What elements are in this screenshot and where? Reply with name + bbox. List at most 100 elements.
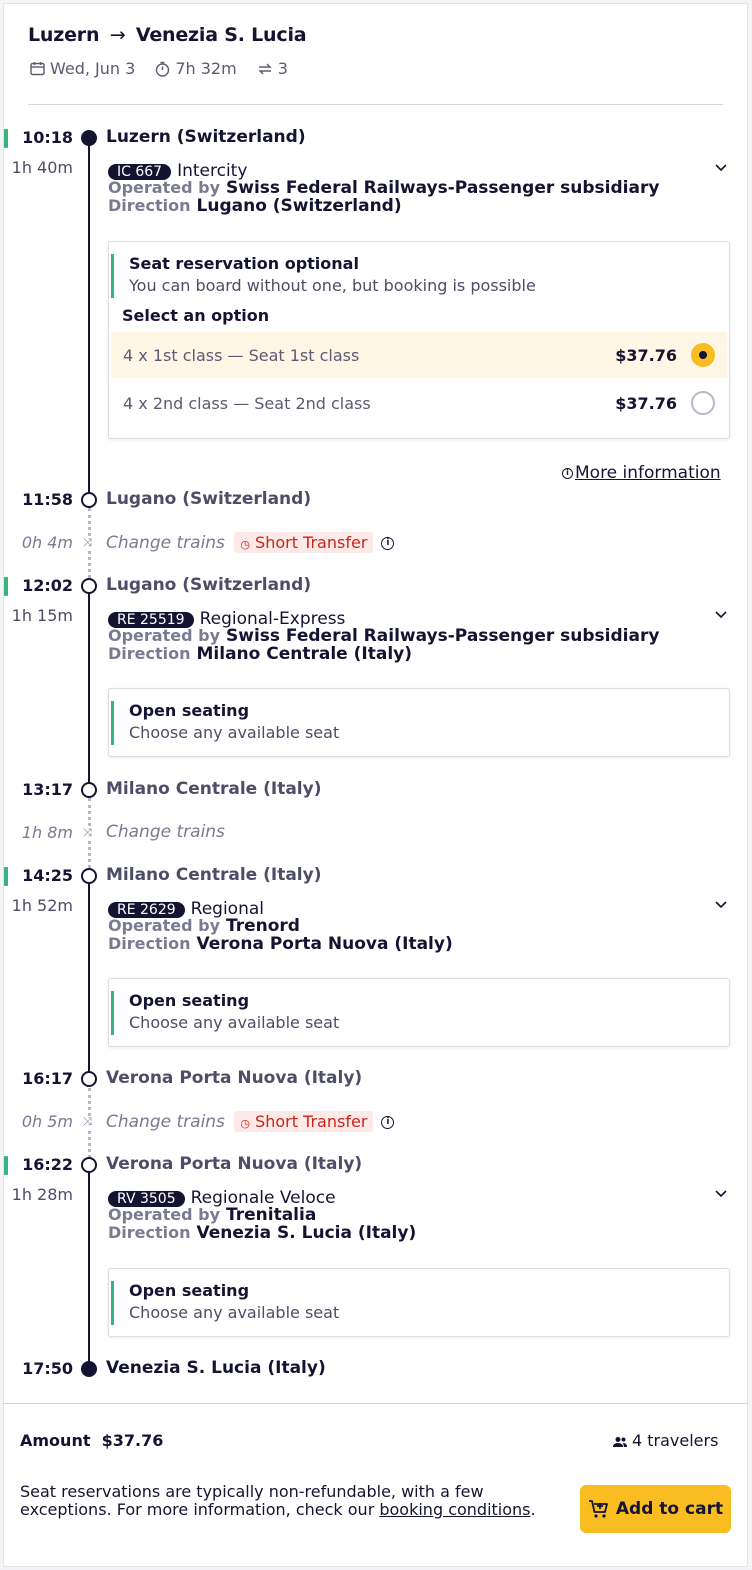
add-to-cart-label: Add to cart	[615, 1499, 724, 1519]
seating-subtitle: Choose any available seat	[129, 1013, 340, 1032]
operated-label: Operated by	[108, 1205, 220, 1224]
travelers-count[interactable]: 4 travelers	[612, 1431, 718, 1450]
option-radio[interactable]	[691, 391, 715, 415]
leg-accent	[4, 867, 8, 886]
info-icon[interactable]: i	[381, 536, 395, 550]
header-divider	[28, 104, 723, 105]
option-radio[interactable]	[691, 343, 715, 367]
leg-line-4	[88, 1166, 90, 1369]
arrival-station: Milano Centrale (Italy)	[106, 779, 322, 799]
trip-meta: Wed, Jun 3 7h 32m 3	[30, 59, 288, 78]
stop-ring	[81, 578, 97, 594]
destination-stop-dot	[81, 1361, 97, 1377]
operator-name: Trenitalia	[226, 1205, 317, 1225]
direction-row: Direction Lugano (Switzerland)	[108, 196, 402, 216]
booking-conditions-link[interactable]: booking conditions	[379, 1500, 530, 1519]
seating-title: Open seating	[129, 991, 250, 1010]
seating-subtitle: Choose any available seat	[129, 723, 340, 742]
seating-accent	[111, 701, 114, 745]
trip-transfers: 3	[277, 59, 288, 78]
leg-accent	[4, 129, 8, 148]
origin-name: Luzern	[28, 24, 100, 46]
option-label: 4 x 2nd class — Seat 2nd class	[123, 393, 371, 413]
select-option-label: Select an option	[122, 306, 270, 325]
transfer-duration: 0h 5m	[21, 1112, 73, 1131]
seating-accent	[111, 991, 114, 1035]
transfer-info: Change trains ◷ Short Transfer i	[106, 532, 395, 553]
destination-name: Venezia S. Lucia	[135, 24, 307, 46]
arrival-time: 16:17	[22, 1069, 73, 1088]
operator-row: Operated by Swiss Federal Railways-Passen…	[108, 178, 659, 198]
option-price: $37.76	[615, 393, 677, 413]
add-to-cart-button[interactable]: Add to cart	[580, 1485, 731, 1533]
leg-duration: 1h 15m	[11, 606, 73, 625]
departure-time: 10:18	[22, 128, 73, 147]
operator-name: Swiss Federal Railways-Passenger subsidi…	[226, 626, 660, 646]
seating-subtitle: Choose any available seat	[129, 1303, 340, 1322]
operator-row: Operated by Swiss Federal Railways-Passen…	[108, 626, 659, 646]
refund-note: Seat reservations are typically non-refu…	[20, 1482, 536, 1519]
departure-station: Milano Centrale (Italy)	[106, 865, 322, 885]
departure-time: 12:02	[22, 576, 73, 595]
direction-name: Verona Porta Nuova (Italy)	[196, 934, 453, 954]
chevron-down-icon[interactable]	[714, 161, 728, 175]
departure-station: Verona Porta Nuova (Italy)	[106, 1154, 363, 1174]
change-trains-icon: ⤨	[83, 536, 92, 549]
change-trains-icon: ⤨	[83, 826, 92, 839]
stop-ring	[81, 782, 97, 798]
stopwatch-icon	[156, 61, 170, 77]
stop-ring	[81, 492, 97, 508]
operator-row: Operated by Trenitalia	[108, 1205, 316, 1225]
clock-warning-icon: ◷	[240, 1117, 250, 1130]
travelers-icon	[613, 1436, 627, 1447]
direction-row: Direction Milano Centrale (Italy)	[108, 644, 412, 664]
short-transfer-badge: ◷ Short Transfer	[234, 1111, 374, 1132]
chevron-down-icon[interactable]	[714, 608, 728, 622]
seating-accent	[111, 1281, 114, 1325]
trip-duration: 7h 32m	[175, 59, 237, 78]
leg-accent	[4, 577, 8, 596]
option-price: $37.76	[615, 345, 677, 365]
transfer-icon	[257, 63, 272, 74]
transfer-duration: 1h 8m	[21, 823, 73, 842]
amount-value: $37.76	[101, 1431, 164, 1450]
operator-row: Operated by Trenord	[108, 916, 300, 936]
operator-name: Swiss Federal Railways-Passenger subsidi…	[226, 178, 660, 198]
leg-line-3	[88, 876, 90, 1080]
stop-ring	[81, 1071, 97, 1087]
transfer-duration: 0h 4m	[21, 533, 73, 552]
cart-icon	[588, 1500, 608, 1518]
seating-title: Open seating	[129, 701, 250, 720]
chevron-down-icon[interactable]	[714, 1187, 728, 1201]
arrival-station: Lugano (Switzerland)	[106, 489, 312, 509]
direction-row: Direction Verona Porta Nuova (Italy)	[108, 934, 453, 954]
operated-label: Operated by	[108, 916, 220, 935]
operator-name: Trenord	[226, 916, 300, 936]
arrival-station: Verona Porta Nuova (Italy)	[106, 1068, 363, 1088]
calendar-icon	[30, 62, 45, 76]
arrival-time: 13:17	[22, 780, 73, 799]
open-seating-box: Open seating Choose any available seat	[108, 1268, 730, 1337]
direction-row: Direction Venezia S. Lucia (Italy)	[108, 1223, 416, 1243]
direction-label: Direction	[108, 196, 191, 215]
open-seating-box: Open seating Choose any available seat	[108, 688, 730, 757]
seat-option-2nd-class[interactable]: 4 x 2nd class — Seat 2nd class $37.76	[111, 380, 727, 426]
stop-ring	[81, 1157, 97, 1173]
info-icon[interactable]: i	[381, 1115, 395, 1129]
footer-divider	[3, 1403, 748, 1404]
direction-label: Direction	[108, 1223, 191, 1242]
direction-name: Lugano (Switzerland)	[196, 196, 402, 216]
more-information-link[interactable]: i More information	[562, 463, 721, 483]
seat-reservation-box: Seat reservation optional You can board …	[108, 241, 730, 439]
transfer-info: Change trains ◷ Short Transfer i	[106, 1111, 395, 1132]
direction-label: Direction	[108, 644, 191, 663]
leg-accent	[4, 1156, 8, 1175]
chevron-down-icon[interactable]	[714, 898, 728, 912]
departure-station: Lugano (Switzerland)	[106, 575, 312, 595]
change-trains-label: Change trains	[106, 533, 225, 553]
arrival-station: Venezia S. Lucia (Italy)	[106, 1358, 326, 1378]
seat-option-1st-class[interactable]: 4 x 1st class — Seat 1st class $37.76	[111, 332, 727, 378]
reservation-title: Seat reservation optional	[129, 254, 359, 273]
departure-time: 14:25	[22, 866, 73, 885]
open-seating-box: Open seating Choose any available seat	[108, 978, 730, 1047]
